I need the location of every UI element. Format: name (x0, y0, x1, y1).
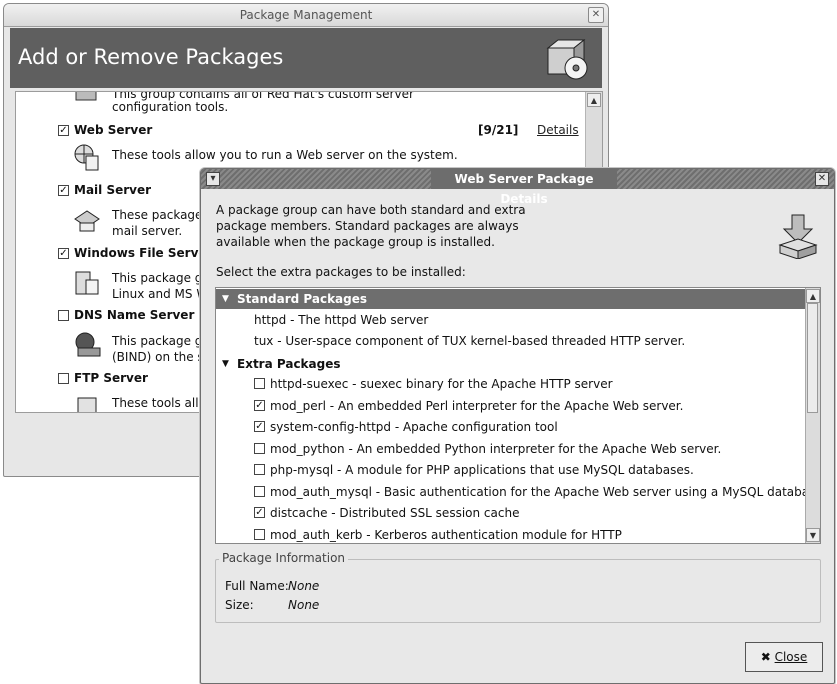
banner: Add or Remove Packages (10, 28, 602, 88)
scroll-up-arrow-icon[interactable]: ▲ (806, 289, 820, 303)
extra-package-item[interactable]: mod_auth_mysql - Basic authentication fo… (254, 483, 820, 503)
extra-package-item[interactable]: mod_python - An embedded Python interpre… (254, 440, 804, 460)
package-checkbox[interactable] (254, 443, 265, 454)
close-button-label: Close (774, 650, 808, 664)
full-name-label: Full Name: (225, 579, 289, 593)
ftp-server-icon (77, 397, 97, 412)
close-button[interactable]: ✖ Close (745, 642, 823, 672)
package-checkbox[interactable] (254, 486, 265, 497)
full-name-row: Full Name: None (225, 579, 319, 593)
package-checkbox[interactable]: ✓ (254, 507, 265, 518)
group-description: mail server. (112, 224, 183, 238)
full-name-value: None (288, 579, 320, 593)
web-server-icon (74, 144, 99, 171)
group-description: Linux and MS Wi (112, 287, 212, 301)
scroll-down-arrow-icon[interactable]: ▼ (806, 528, 820, 542)
ftp-server-checkbox[interactable] (58, 373, 69, 384)
dns-name-server-checkbox[interactable] (58, 310, 69, 321)
extra-package-item[interactable]: ✓ mod_perl - An embedded Perl interprete… (254, 397, 804, 417)
details-link[interactable]: Details (537, 123, 579, 137)
scroll-up-arrow-icon[interactable]: ▲ (587, 93, 601, 107)
dns-server-icon (75, 332, 101, 357)
dialog-title: Web Server Package Details (431, 169, 617, 206)
file-server-icon (75, 271, 99, 295)
extra-package-item[interactable]: ✓ system-config-httpd - Apache configura… (254, 418, 804, 438)
mail-server-checkbox[interactable]: ✓ (58, 185, 69, 196)
dialog-titlebar[interactable]: ▾ Web Server Package Details ✕ (201, 169, 834, 206)
group-description: These packages (112, 208, 209, 222)
standard-packages-header[interactable]: ▼ Standard Packages (216, 289, 806, 309)
expander-down-icon[interactable]: ▼ (222, 289, 229, 309)
group-description: configuration tools. (112, 100, 229, 114)
window-titlebar[interactable]: Package Management ✕ (4, 4, 608, 27)
expander-down-icon[interactable]: ▼ (222, 354, 229, 374)
package-checkbox[interactable] (254, 529, 265, 540)
server-tool-icon (75, 92, 97, 101)
mail-server-icon (74, 210, 100, 232)
group-name: Mail Server (74, 183, 152, 197)
package-cd-icon (546, 38, 588, 80)
intro-text: A package group can have both standard a… (216, 203, 526, 249)
windows-file-server-checkbox[interactable]: ✓ (58, 248, 69, 259)
package-information-legend: Package Information (219, 551, 349, 565)
x-icon: ✖ (760, 650, 771, 664)
extra-package-item[interactable]: mod_auth_kerb - Kerberos authentication … (254, 526, 804, 543)
group-name: Windows File Server (74, 246, 213, 260)
size-value: None (288, 598, 320, 612)
select-instructions: Select the extra packages to be installe… (216, 265, 466, 279)
extra-package-item[interactable]: php-mysql - A module for PHP application… (254, 461, 804, 481)
web-server-checkbox[interactable]: ✓ (58, 125, 69, 136)
group-description: These tools allow you to run a Web serve… (112, 148, 458, 162)
group-name: DNS Name Server (74, 308, 195, 322)
package-list-scrollbar[interactable]: ▲ ▼ (805, 288, 820, 543)
package-checkbox[interactable]: ✓ (254, 421, 265, 432)
standard-package-item: tux - User-space component of TUX kernel… (254, 334, 686, 348)
install-package-icon (778, 214, 818, 259)
size-row: Size: None (225, 598, 319, 612)
extra-packages-header[interactable]: ▼ Extra Packages (216, 354, 806, 374)
group-name: FTP Server (74, 371, 148, 385)
window-menu-icon[interactable]: ▾ (206, 172, 220, 186)
group-name: Web Server (74, 123, 153, 137)
extra-package-item[interactable]: ✓ distcache - Distributed SSL session ca… (254, 504, 804, 524)
window-title: Package Management (239, 8, 373, 22)
close-icon[interactable]: ✕ (815, 172, 829, 186)
extra-package-item[interactable]: httpd-suexec - suexec binary for the Apa… (254, 375, 804, 395)
close-icon[interactable]: ✕ (588, 7, 604, 23)
scrollbar-thumb[interactable] (807, 303, 818, 413)
web-server-package-details-dialog: ▾ Web Server Package Details ✕ A package… (200, 168, 835, 684)
package-checkbox[interactable]: ✓ (254, 400, 265, 411)
package-checkbox[interactable] (254, 464, 265, 475)
package-checkbox[interactable] (254, 378, 265, 389)
package-list[interactable]: ▼ Standard Packages httpd - The httpd We… (215, 287, 821, 544)
banner-title: Add or Remove Packages (18, 45, 284, 69)
package-count: [9/21] (478, 123, 519, 137)
standard-package-item: httpd - The httpd Web server (254, 313, 429, 327)
size-label: Size: (225, 598, 254, 612)
